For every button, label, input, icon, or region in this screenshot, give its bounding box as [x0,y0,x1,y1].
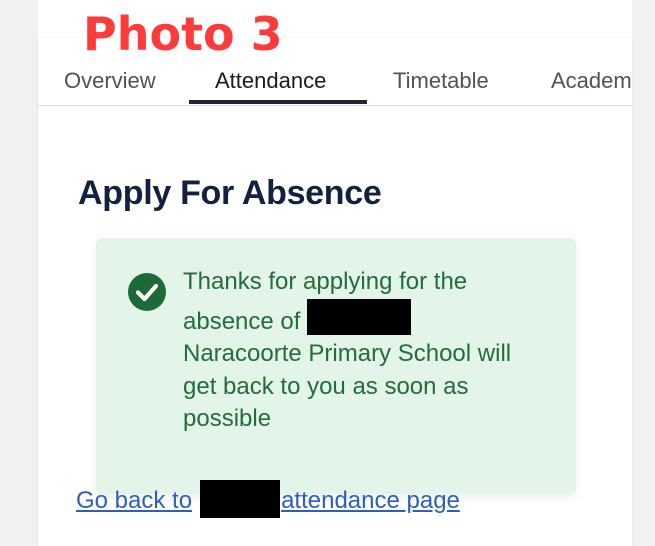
tab-attendance[interactable]: Attendance [215,68,326,94]
back-to-attendance-link[interactable]: Go back to attendance page [76,480,460,518]
content-panel: Overview Attendance Timetable Academ App… [38,38,632,546]
left-gutter [0,0,38,546]
redacted-student-name [307,298,412,335]
tab-bar: Overview Attendance Timetable Academ [38,58,632,106]
check-circle-icon [128,273,166,311]
alert-message: Thanks for applying for the absence of N… [183,266,533,436]
page-title: Apply For Absence [78,174,382,212]
right-gutter [632,0,655,546]
photo-label: Photo 3 [83,7,283,61]
back-link-prefix: Go back to [76,487,193,514]
active-tab-indicator [189,100,367,104]
redacted-name [200,480,281,518]
tab-overview[interactable]: Overview [64,68,156,94]
alert-text-after: Naracoorte Primary School will get back … [183,340,512,432]
success-alert: Thanks for applying for the absence of N… [96,238,576,494]
back-link-suffix: attendance page [281,487,460,514]
tab-timetable[interactable]: Timetable [393,68,489,94]
screenshot-stage: Photo 3 Overview Attendance Timetable Ac… [0,0,655,546]
tab-academic[interactable]: Academ [551,68,632,94]
